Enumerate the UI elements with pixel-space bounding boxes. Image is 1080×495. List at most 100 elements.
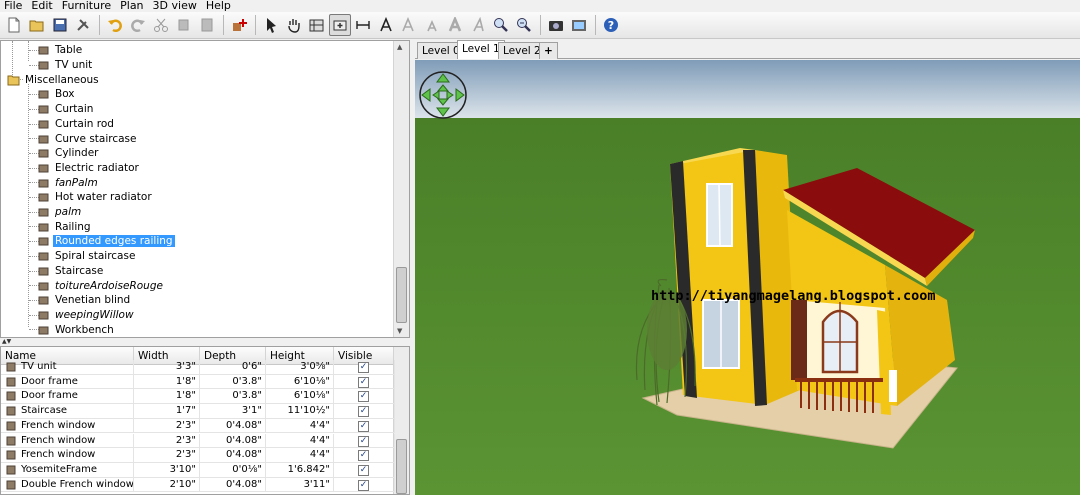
table-row[interactable]: Door frame 1'8" 0'3.8" 6'10⅛" ✓ <box>1 374 395 390</box>
create-walls-icon[interactable] <box>306 14 328 36</box>
table-row[interactable]: French window 2'3" 0'4.08" 4'4" ✓ <box>1 448 395 463</box>
tree-item[interactable]: Curtain rod <box>37 117 116 132</box>
cell-width: 2'3" <box>134 433 200 449</box>
pan-icon[interactable] <box>283 14 305 36</box>
create-dimensions-icon[interactable] <box>352 14 374 36</box>
tree-item[interactable]: Hot water radiator <box>37 190 154 205</box>
menu-edit[interactable]: Edit <box>27 0 57 12</box>
scroll-up-icon[interactable]: ▲ <box>397 43 402 51</box>
scroll-down-icon[interactable]: ▼ <box>397 327 402 335</box>
tree-category[interactable]: Miscellaneous <box>7 72 101 87</box>
tree-item[interactable]: Spiral staircase <box>37 249 137 264</box>
menu-furniture[interactable]: Furniture <box>58 0 116 12</box>
electric-radiator-icon <box>37 162 50 174</box>
cell-text: 1'7" <box>175 405 196 417</box>
tree-item[interactable]: palm <box>37 205 83 220</box>
italic-text-icon[interactable] <box>467 14 489 36</box>
preferences-icon[interactable] <box>72 14 94 36</box>
add-level-button[interactable]: + <box>539 42 558 59</box>
tree-item[interactable]: Curtain <box>37 102 95 117</box>
zoom-out-icon[interactable] <box>513 14 535 36</box>
menu-3d-view[interactable]: 3D view <box>149 0 202 12</box>
catalog-scrollbar[interactable]: ▲ ▼ <box>393 41 409 337</box>
table-row[interactable]: French window 2'3" 0'4.08" 4'4" ✓ <box>1 433 395 449</box>
table-row[interactable]: Door frame 1'8" 0'3.8" 6'10⅛" ✓ <box>1 389 395 405</box>
visible-checkbox[interactable]: ✓ <box>358 450 369 462</box>
add-furniture-icon[interactable] <box>228 14 250 36</box>
watermark-text: http://tiyangmagelang.blogspot.coom <box>651 288 936 304</box>
tv-unit-icon <box>37 59 50 71</box>
visible-checkbox[interactable]: ✓ <box>358 362 369 373</box>
table-row[interactable]: TV unit 3'3" 0'6" 3'0⅝" ✓ <box>1 360 395 375</box>
tree-item-label: Curtain rod <box>55 117 114 130</box>
cell-name: Staircase <box>1 404 134 419</box>
visible-checkbox[interactable]: ✓ <box>358 376 369 388</box>
tree-item[interactable]: Rounded edges railing <box>37 234 175 249</box>
svg-text:?: ? <box>608 19 614 32</box>
table-row[interactable]: Double French window 2'10" 0'4.08" 3'11" ✓ <box>1 477 395 493</box>
table-row[interactable]: French window 2'3" 0'4.08" 4'4" ✓ <box>1 418 395 434</box>
tree-item[interactable]: Table <box>37 43 84 58</box>
cell-depth: 0'4.08" <box>200 433 266 449</box>
tree-item[interactable]: Staircase <box>37 264 105 279</box>
curtain-rod-icon <box>37 118 50 130</box>
cut-icon[interactable] <box>150 14 172 36</box>
catalog-scroll-thumb[interactable] <box>396 267 407 323</box>
help-icon[interactable]: ? <box>600 14 622 36</box>
table-scroll-thumb[interactable] <box>396 439 407 494</box>
cell-name: Door frame <box>1 374 134 390</box>
create-rooms-icon[interactable] <box>329 14 351 36</box>
tree-item[interactable]: Cylinder <box>37 146 100 161</box>
tree-item[interactable]: Electric radiator <box>37 161 141 176</box>
copy-icon[interactable] <box>173 14 195 36</box>
paste-icon[interactable] <box>196 14 218 36</box>
tree-item[interactable]: Railing <box>37 219 93 234</box>
redo-icon[interactable] <box>127 14 149 36</box>
visible-checkbox[interactable]: ✓ <box>358 406 369 418</box>
cylinder-icon <box>37 147 50 159</box>
home-furniture-table[interactable]: Name Width Depth Height Visible TV unit 3'3" 0… <box>0 346 410 495</box>
splitter-arrows-icon[interactable]: ▲▼ <box>2 338 11 345</box>
folder-icon <box>7 74 20 86</box>
cell-depth: 0'3.8" <box>200 374 266 390</box>
table-row[interactable]: YosemiteFrame 3'10" 0'0⅛" 1'6.842" ✓ <box>1 462 395 478</box>
tree-item[interactable]: Venetian blind <box>37 293 132 308</box>
visible-checkbox[interactable]: ✓ <box>358 464 369 476</box>
visible-checkbox[interactable]: ✓ <box>358 479 369 491</box>
open-icon[interactable] <box>26 14 48 36</box>
undo-icon[interactable] <box>104 14 126 36</box>
select-icon[interactable] <box>260 14 282 36</box>
increase-text-icon[interactable] <box>398 14 420 36</box>
3d-view[interactable]: http://tiyangmagelang.blogspot.coom <box>415 60 1080 495</box>
menu-help[interactable]: Help <box>202 0 236 12</box>
menu-plan[interactable]: Plan <box>116 0 148 12</box>
table-scrollbar[interactable] <box>393 347 409 494</box>
new-icon[interactable] <box>3 14 25 36</box>
tree-item[interactable]: fanPalm <box>37 175 100 190</box>
save-icon[interactable] <box>49 14 71 36</box>
bold-text-icon[interactable] <box>444 14 466 36</box>
visible-checkbox[interactable]: ✓ <box>358 391 369 403</box>
create-photo-icon[interactable] <box>545 14 567 36</box>
tree-item[interactable]: TV unit <box>37 58 94 73</box>
spiral-staircase-icon <box>37 250 50 262</box>
visible-checkbox[interactable]: ✓ <box>358 435 369 447</box>
panel-splitter[interactable]: ▲▼ <box>0 338 410 346</box>
tree-item[interactable]: Curve staircase <box>37 131 138 146</box>
cell-text: 0'4.08" <box>226 449 262 461</box>
tree-item[interactable]: Box <box>37 87 77 102</box>
zoom-in-icon[interactable] <box>490 14 512 36</box>
cell-height: 1'6.842" <box>266 462 334 478</box>
table-row[interactable]: Staircase 1'7" 3'1" 11'10½" ✓ <box>1 404 395 419</box>
create-video-icon[interactable] <box>568 14 590 36</box>
visible-checkbox[interactable]: ✓ <box>358 420 369 432</box>
tree-item-label: TV unit <box>55 59 93 72</box>
3d-scene[interactable] <box>415 60 1080 495</box>
menu-file[interactable]: File <box>0 0 27 12</box>
tree-item[interactable]: Workbench <box>37 322 116 337</box>
add-text-icon[interactable] <box>375 14 397 36</box>
tree-item[interactable]: toitureArdoiseRouge <box>37 278 165 293</box>
tree-item[interactable]: weepingWillow <box>37 308 136 323</box>
decrease-text-icon[interactable] <box>421 14 443 36</box>
furniture-catalog-tree[interactable]: ▲ ▼ Table TV unit Miscellaneous Box Curtain C… <box>0 40 410 338</box>
